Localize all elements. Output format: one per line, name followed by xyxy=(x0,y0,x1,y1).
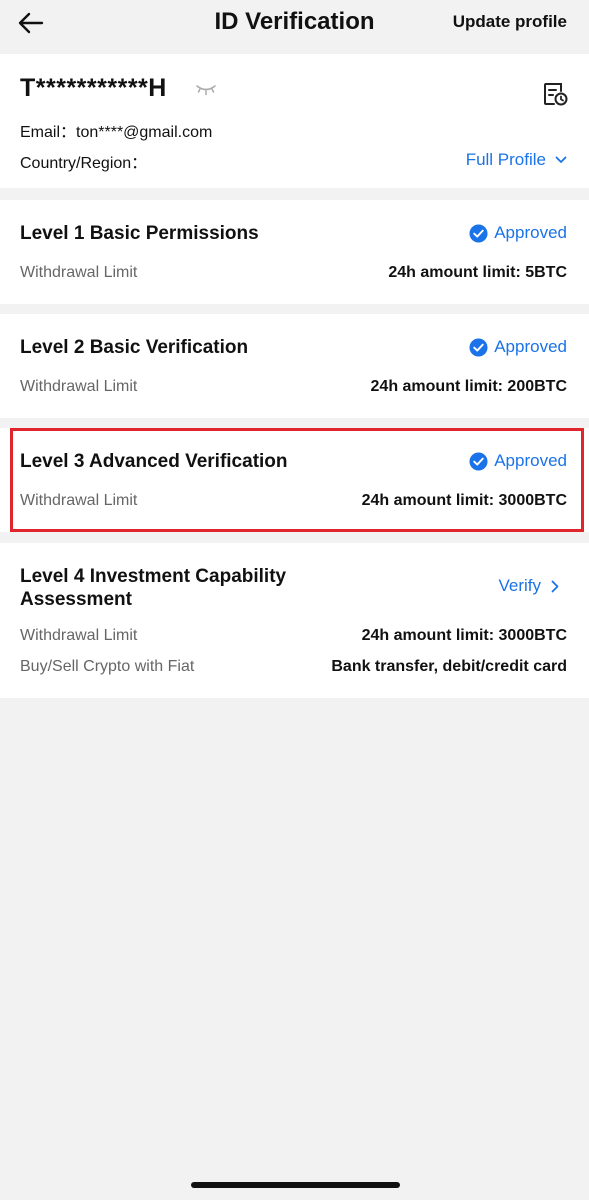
profile-card: T***********H Email：ton****@gmail.com Co… xyxy=(0,54,589,188)
status-badge: Approved xyxy=(469,223,567,243)
withdrawal-limit-label: Withdrawal Limit xyxy=(20,627,138,644)
chevron-down-icon xyxy=(555,156,567,163)
withdrawal-limit-value: 24h amount limit: 3000BTC xyxy=(361,492,567,509)
verify-button[interactable]: Verify xyxy=(498,576,559,596)
eye-closed-icon xyxy=(196,85,216,96)
arrow-left-icon xyxy=(18,12,44,34)
update-profile-button[interactable]: Update profile xyxy=(453,12,567,32)
verify-label: Verify xyxy=(498,576,541,595)
level-title: Level 1 Basic Permissions xyxy=(20,223,259,244)
status-label: Approved xyxy=(494,451,567,470)
fiat-value: Bank transfer, debit/credit card xyxy=(331,658,567,675)
status-label: Approved xyxy=(494,223,567,242)
top-bar: ID Verification Update profile xyxy=(0,0,589,50)
level-2-card: Level 2 Basic Verification Approved With… xyxy=(0,314,589,418)
withdrawal-limit-label: Withdrawal Limit xyxy=(20,492,138,509)
status-badge: Approved xyxy=(469,337,567,357)
fiat-label: Buy/Sell Crypto with Fiat xyxy=(20,658,195,675)
email-value: ton****@gmail.com xyxy=(76,124,213,141)
check-circle-icon xyxy=(469,451,488,471)
full-profile-label: Full Profile xyxy=(465,150,546,169)
level-3-card: Level 3 Advanced Verification Approved W… xyxy=(0,428,589,532)
verification-history-button[interactable] xyxy=(541,80,569,108)
level-title: Level 4 Investment Capability Assessment xyxy=(20,566,287,610)
masked-name: T***********H xyxy=(20,74,167,102)
withdrawal-limit-value: 24h amount limit: 5BTC xyxy=(388,264,567,281)
email-label: Email： xyxy=(20,124,77,141)
withdrawal-limit-label: Withdrawal Limit xyxy=(20,378,138,395)
level-4-card: Level 4 Investment Capability Assessment… xyxy=(0,543,589,698)
status-badge: Approved xyxy=(469,451,567,471)
withdrawal-limit-label: Withdrawal Limit xyxy=(20,264,138,281)
level-1-card: Level 1 Basic Permissions Approved Withd… xyxy=(0,200,589,304)
status-label: Approved xyxy=(494,337,567,356)
full-profile-button[interactable]: Full Profile xyxy=(466,150,567,170)
country-row: Country/Region： xyxy=(20,149,147,173)
toggle-visibility-button[interactable] xyxy=(195,82,217,96)
withdrawal-limit-value: 24h amount limit: 200BTC xyxy=(370,378,567,395)
check-circle-icon xyxy=(469,223,488,243)
country-label: Country/Region： xyxy=(20,155,148,172)
home-indicator[interactable] xyxy=(191,1182,400,1188)
email-row: Email：ton****@gmail.com xyxy=(20,118,212,142)
level-title: Level 2 Basic Verification xyxy=(20,337,249,358)
document-history-icon xyxy=(544,83,568,106)
check-circle-icon xyxy=(469,337,488,357)
withdrawal-limit-value: 24h amount limit: 3000BTC xyxy=(361,627,567,644)
level-title: Level 3 Advanced Verification xyxy=(20,451,288,472)
chevron-right-icon xyxy=(551,580,559,592)
back-button[interactable] xyxy=(14,8,48,38)
